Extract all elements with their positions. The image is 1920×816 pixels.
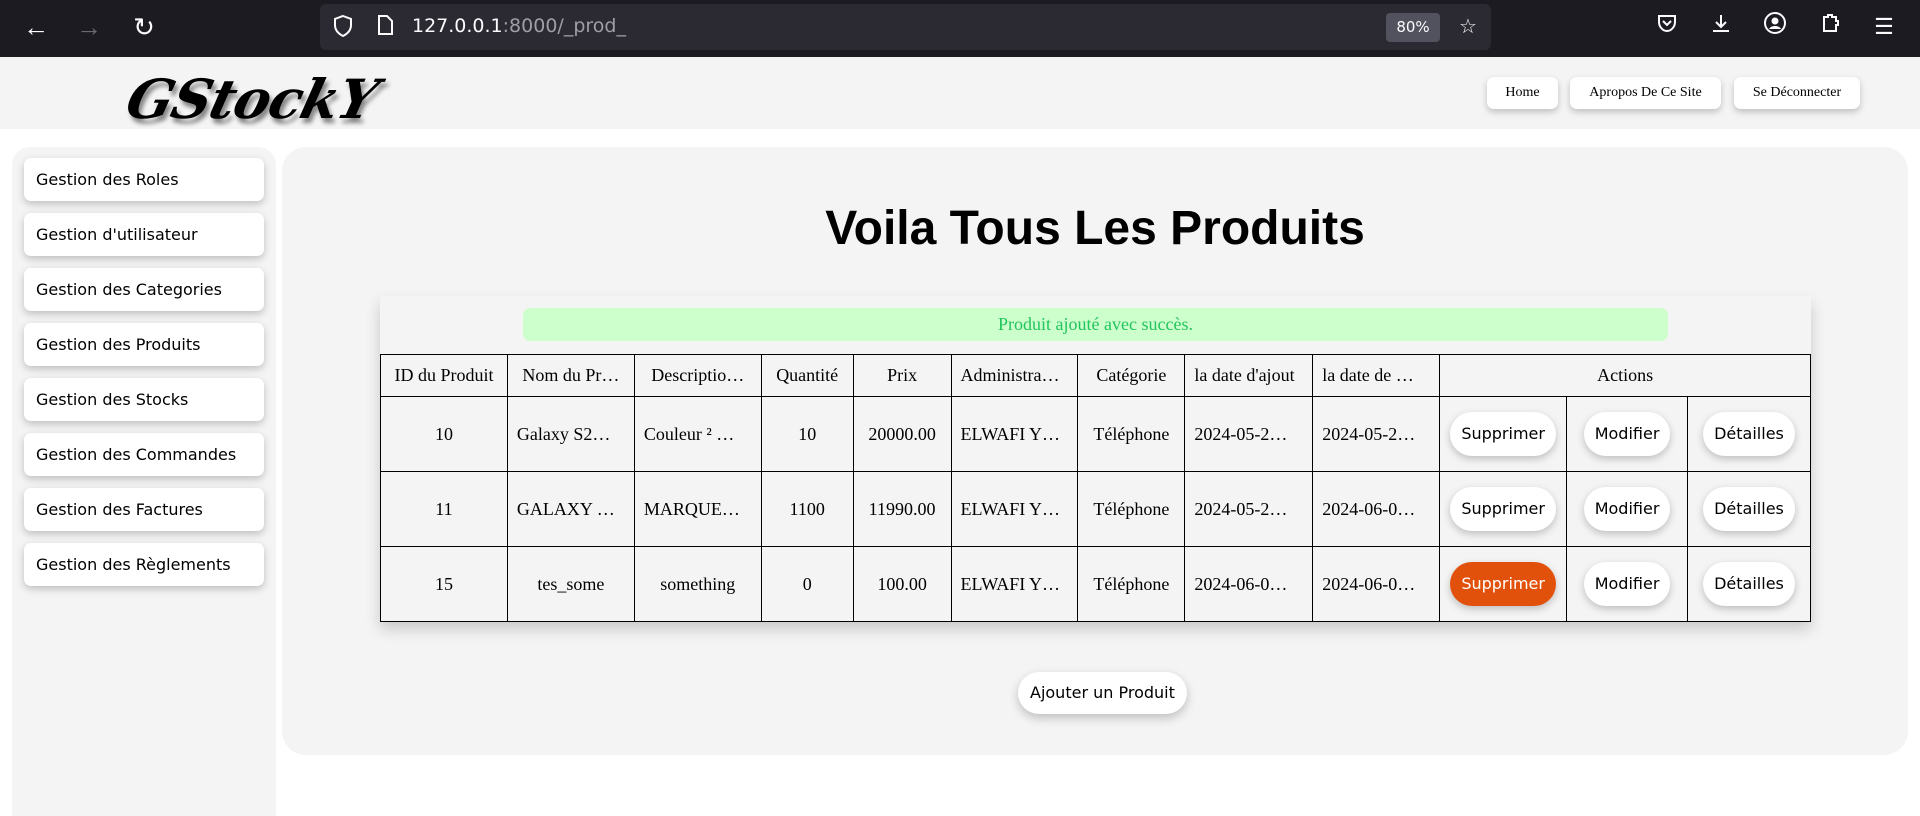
cell-id: 11 [380, 471, 508, 547]
column-header: ID du Produit [380, 354, 508, 397]
details-button[interactable]: Détailles [1703, 562, 1795, 606]
cell-quantity: 1100 [760, 471, 854, 547]
cell-admin: ELWAFI Y… [950, 396, 1079, 472]
cell-name: tes_some [506, 546, 635, 622]
pocket-icon[interactable] [1651, 11, 1683, 43]
sidebar-item-products[interactable]: Gestion des Produits [24, 323, 264, 366]
products-table-container: Produit ajouté avec succès. ID du Produi… [380, 296, 1811, 622]
bookmark-star-icon[interactable]: ☆ [1455, 14, 1481, 40]
cell-id: 10 [380, 396, 508, 472]
sidebar-item-users[interactable]: Gestion d'utilisateur [24, 213, 264, 256]
delete-button[interactable]: Supprimer [1450, 487, 1556, 531]
success-alert: Produit ajouté avec succès. [523, 308, 1668, 341]
column-header-actions: Actions [1439, 354, 1811, 397]
zoom-level-badge[interactable]: 80% [1386, 13, 1440, 42]
details-button[interactable]: Détailles [1703, 412, 1795, 456]
account-icon[interactable] [1759, 11, 1791, 43]
cell-date-modified: 2024-06-0… [1312, 546, 1441, 622]
download-icon[interactable] [1705, 11, 1737, 43]
forward-arrow-icon[interactable]: → [73, 11, 105, 43]
cell-description: Couleur ² … [633, 396, 762, 472]
back-arrow-icon[interactable]: ← [20, 11, 52, 43]
edit-button[interactable]: Modifier [1583, 487, 1671, 531]
browser-toolbar: ← → ↻ 127.0.0.1:8000/_prod_ 80% ☆ ☰ [0, 0, 1920, 57]
logout-button[interactable]: Se Déconnecter [1734, 77, 1860, 109]
sidebar: Gestion des Roles Gestion d'utilisateur … [12, 147, 276, 816]
cell-date-added: 2024-05-2… [1184, 471, 1314, 547]
sidebar-item-orders[interactable]: Gestion des Commandes [24, 433, 264, 476]
cell-date-modified: 2024-05-2… [1312, 396, 1441, 472]
column-header: la date de … [1312, 354, 1441, 397]
delete-button[interactable]: Supprimer [1450, 562, 1556, 606]
url-text[interactable]: 127.0.0.1:8000/_prod_ [412, 15, 626, 37]
column-header: Catégorie [1077, 354, 1186, 397]
table-header-row: ID du Produit Nom du Pr… Descriptio… Qua… [380, 354, 1811, 397]
add-product-button[interactable]: Ajouter un Produit [1018, 672, 1187, 714]
site-logo[interactable]: GStockY [120, 67, 384, 131]
cell-price: 20000.00 [852, 396, 952, 472]
address-bar[interactable]: 127.0.0.1:8000/_prod_ 80% ☆ [320, 4, 1491, 50]
cell-id: 15 [380, 546, 508, 622]
sidebar-item-roles[interactable]: Gestion des Roles [24, 158, 264, 201]
cell-date-added: 2024-05-2… [1184, 396, 1314, 472]
column-header: la date d'ajout [1184, 354, 1314, 397]
about-button[interactable]: Apropos De Ce Site [1570, 77, 1721, 109]
sidebar-item-stocks[interactable]: Gestion des Stocks [24, 378, 264, 421]
column-header: Nom du Pr… [506, 354, 635, 397]
cell-name: Galaxy S2… [506, 396, 635, 472]
shield-icon[interactable] [330, 14, 356, 40]
sidebar-item-invoices[interactable]: Gestion des Factures [24, 488, 264, 531]
cell-category: Téléphone [1077, 546, 1186, 622]
home-button[interactable]: Home [1487, 77, 1558, 109]
edit-button[interactable]: Modifier [1583, 562, 1671, 606]
table-row: 11 GALAXY … MARQUE… 1100 11990.00 ELWAFI… [380, 471, 1811, 547]
column-header: Administra… [950, 354, 1079, 397]
sidebar-item-payments[interactable]: Gestion des Règlements [24, 543, 264, 586]
menu-icon[interactable]: ☰ [1868, 11, 1900, 43]
table-row: 10 Galaxy S2… Couleur ² … 10 20000.00 EL… [380, 396, 1811, 472]
reload-icon[interactable]: ↻ [128, 11, 160, 43]
main-panel: Voila Tous Les Produits Produit ajouté a… [282, 147, 1908, 755]
cell-description: MARQUE… [633, 471, 762, 547]
cell-price: 100.00 [852, 546, 952, 622]
delete-button[interactable]: Supprimer [1450, 412, 1556, 456]
cell-description: something [633, 546, 762, 622]
cell-admin: ELWAFI Y… [950, 546, 1079, 622]
edit-button[interactable]: Modifier [1583, 412, 1671, 456]
products-table: ID du Produit Nom du Pr… Descriptio… Qua… [380, 354, 1811, 622]
cell-admin: ELWAFI Y… [950, 471, 1079, 547]
cell-category: Téléphone [1077, 471, 1186, 547]
cell-category: Téléphone [1077, 396, 1186, 472]
sidebar-item-categories[interactable]: Gestion des Categories [24, 268, 264, 311]
cell-date-modified: 2024-06-0… [1312, 471, 1441, 547]
cell-name: GALAXY … [506, 471, 635, 547]
extensions-icon[interactable] [1814, 11, 1846, 43]
page-icon [372, 14, 398, 40]
cell-price: 11990.00 [852, 471, 952, 547]
cell-date-added: 2024-06-0… [1184, 546, 1314, 622]
site-header: GStockY Home Apropos De Ce Site Se Décon… [0, 57, 1920, 131]
cell-quantity: 10 [760, 396, 854, 472]
cell-quantity: 0 [760, 546, 854, 622]
table-row: 15 tes_some something 0 100.00 ELWAFI Y…… [380, 546, 1811, 622]
column-header: Quantité [760, 354, 854, 397]
page-title: Voila Tous Les Produits [825, 202, 1365, 255]
column-header: Prix [852, 354, 952, 397]
details-button[interactable]: Détailles [1703, 487, 1795, 531]
column-header: Descriptio… [633, 354, 762, 397]
